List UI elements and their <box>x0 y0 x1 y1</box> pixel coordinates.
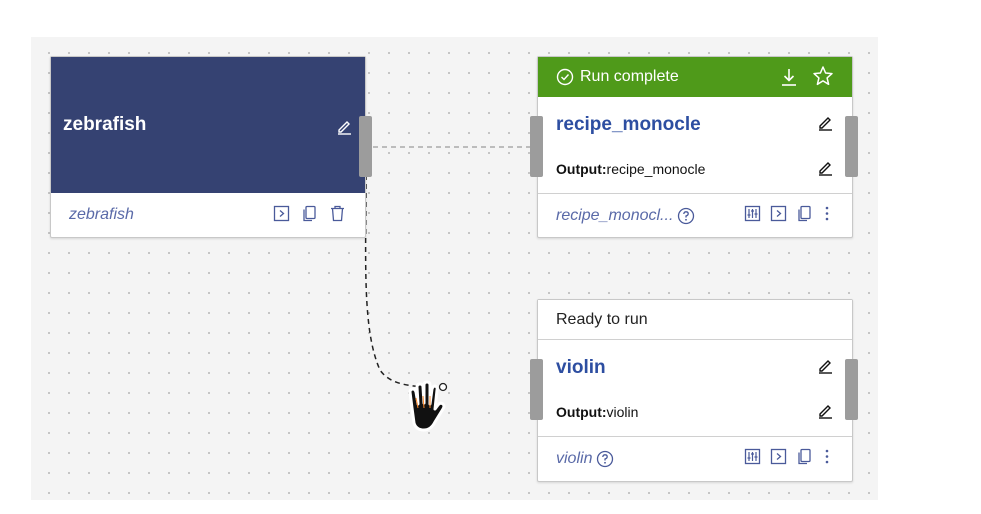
trash-icon[interactable] <box>329 205 346 222</box>
dataset-title: zebrafish <box>63 114 147 135</box>
status-text: Run complete <box>580 68 679 85</box>
more-icon[interactable] <box>822 205 832 222</box>
recipe-footer: recipe_monocl... <box>538 193 852 238</box>
edit-icon[interactable] <box>817 357 834 374</box>
star-icon[interactable] <box>812 65 834 87</box>
recipe-subtitle: recipe_monocl... <box>556 207 674 224</box>
open-icon[interactable] <box>273 205 290 222</box>
drag-connection-line <box>364 174 441 389</box>
input-handle[interactable] <box>530 359 543 420</box>
open-icon[interactable] <box>770 448 787 465</box>
recipe-subtitle: violin <box>556 450 593 467</box>
edit-icon[interactable] <box>336 118 353 135</box>
dataset-node-header: zebrafish <box>51 57 365 193</box>
output-handle[interactable] <box>359 116 372 177</box>
input-handle[interactable] <box>530 116 543 177</box>
output-text: Output:recipe_monocle <box>556 161 705 177</box>
output-handle[interactable] <box>845 359 858 420</box>
download-icon[interactable] <box>780 67 798 87</box>
output-label: Output: <box>556 404 607 420</box>
edit-icon[interactable] <box>817 114 834 131</box>
status-bar-run-complete: Run complete <box>538 57 852 97</box>
dataset-node-footer: zebrafish <box>51 193 365 238</box>
settings-icon[interactable] <box>744 205 761 222</box>
copy-icon[interactable] <box>796 448 813 465</box>
dataset-subtitle: zebrafish <box>69 206 134 223</box>
status-bar-ready: Ready to run <box>538 300 852 340</box>
recipe-title[interactable]: violin <box>556 357 606 379</box>
help-icon[interactable] <box>596 450 614 468</box>
grab-hand-icon <box>408 380 446 432</box>
recipe-footer: violin <box>538 436 852 481</box>
edit-output-icon[interactable] <box>817 159 834 176</box>
more-icon[interactable] <box>822 448 832 465</box>
copy-icon[interactable] <box>301 205 318 222</box>
dataset-node-zebrafish[interactable]: zebrafish zebrafish <box>50 56 372 238</box>
status-text: Ready to run <box>556 311 648 328</box>
copy-icon[interactable] <box>796 205 813 222</box>
output-value: violin <box>606 404 639 420</box>
settings-icon[interactable] <box>744 448 761 465</box>
recipe-node-monocle[interactable]: Run complete recipe_monocle Output:recip… <box>530 56 858 238</box>
open-icon[interactable] <box>770 205 787 222</box>
check-circle-icon <box>556 68 574 86</box>
help-icon[interactable] <box>677 207 695 225</box>
recipe-node-violin[interactable]: Ready to run violin Output:violin violin <box>530 299 858 482</box>
recipe-title[interactable]: recipe_monocle <box>556 114 701 136</box>
output-value: recipe_monocle <box>606 161 706 177</box>
edit-output-icon[interactable] <box>817 402 834 419</box>
output-handle[interactable] <box>845 116 858 177</box>
output-text: Output:violin <box>556 404 638 420</box>
output-label: Output: <box>556 161 607 177</box>
